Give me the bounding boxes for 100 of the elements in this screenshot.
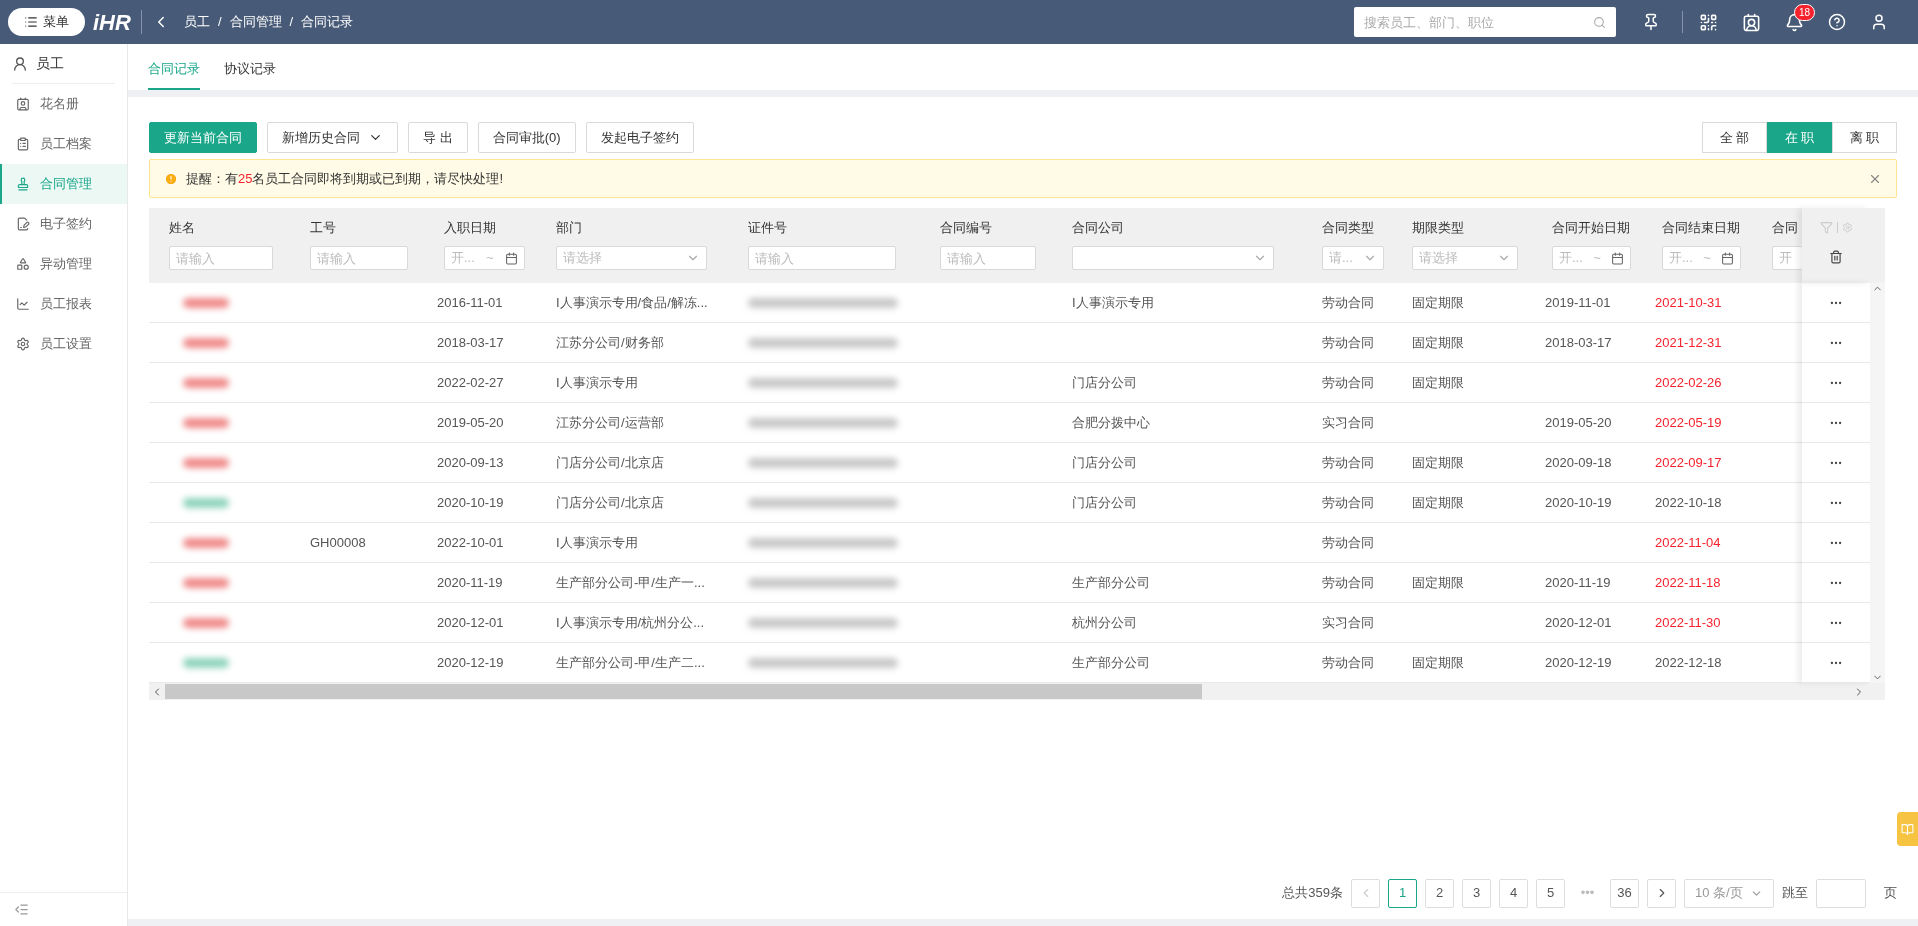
table-cell: 江苏分公司/财务部 (556, 334, 664, 350)
table-cell: 生产部分公司-甲/生产一... (556, 574, 705, 590)
trash-icon[interactable] (1829, 250, 1843, 264)
status-toggle[interactable]: 全 部 (1702, 122, 1767, 153)
table-cell: 2022-11-18 (1655, 574, 1721, 590)
table-cell: 实习合同 (1322, 414, 1374, 430)
jump-label: 跳至 (1782, 884, 1808, 903)
menu-button[interactable]: 菜单 (8, 8, 85, 36)
column-header: 合同公司 (1072, 220, 1124, 235)
filter-input[interactable]: 请输入 (748, 246, 896, 270)
logo: iHR (93, 8, 131, 37)
calendar-icon (504, 251, 518, 265)
calendar-icon (1721, 251, 1735, 265)
table-cell: 劳动合同 (1322, 374, 1374, 390)
page-button[interactable]: 5 (1536, 878, 1565, 908)
user-icon[interactable] (1870, 13, 1888, 31)
toolbar-button[interactable]: 新增历史合同 (267, 122, 398, 153)
table-cell: 劳动合同 (1322, 574, 1374, 590)
toolbar-button[interactable]: 合同审批(0) (477, 122, 576, 153)
filter-input[interactable]: 请输入 (310, 246, 409, 270)
calendar-icon (1611, 251, 1625, 265)
column-header: 入职日期 (444, 220, 496, 235)
page-unit: 页 (1884, 884, 1897, 903)
alert-message: 提醒：有25名员工合同即将到期或已到期，请尽快处理! (186, 169, 504, 188)
sidebar-title: 员工 (36, 54, 64, 73)
menu-item-icon (16, 217, 30, 231)
table-cell: 固定期限 (1412, 374, 1464, 390)
tab[interactable]: 协议记录 (224, 58, 276, 90)
notification-badge: 18 (1794, 3, 1816, 21)
table-cell: 2022-12-18 (1655, 654, 1722, 670)
toolbar-button[interactable]: 发起电子签约 (585, 122, 694, 153)
filter-input[interactable]: 请输入 (169, 246, 274, 270)
table-cell: 劳动合同 (1322, 494, 1374, 510)
user-list-icon (12, 55, 28, 72)
sidebar-item[interactable]: 员工报表 (0, 284, 127, 324)
collapse-icon[interactable] (14, 902, 29, 917)
page-button[interactable]: 2 (1425, 878, 1454, 908)
table-cell: 2022-10-18 (1655, 494, 1722, 510)
menu-item-icon (16, 297, 30, 311)
sidebar-item[interactable]: 电子签约 (0, 204, 127, 244)
page-button[interactable]: 3 (1462, 878, 1491, 908)
toolbar-button[interactable]: 导 出 (408, 122, 468, 153)
table-cell: 2022-11-30 (1655, 614, 1721, 630)
sidebar-item[interactable]: 异动管理 (0, 244, 127, 284)
page-jump-input[interactable] (1816, 878, 1866, 908)
table-cell: 2020-12-19 (437, 654, 504, 670)
qr-code-icon[interactable] (1699, 12, 1718, 32)
table-cell: I人事演示专用 (556, 534, 638, 550)
table-cell: 劳动合同 (1322, 534, 1374, 550)
pin-icon[interactable] (1642, 13, 1660, 31)
tab[interactable]: 合同记录 (148, 58, 200, 90)
table-cell: 2022-11-04 (1655, 534, 1721, 550)
contacts-icon[interactable] (1742, 12, 1761, 32)
table-cell: 2020-10-19 (1545, 494, 1612, 510)
table-cell: 2019-11-01 (1545, 294, 1611, 310)
menu-item-icon (16, 97, 30, 111)
table-cell: 2020-12-01 (1545, 614, 1612, 630)
book-icon (1901, 822, 1914, 836)
table-cell: 2020-10-19 (437, 494, 504, 510)
table-cell: 2022-10-01 (437, 534, 504, 550)
vertical-scrollbar[interactable] (1870, 283, 1885, 683)
help-icon[interactable] (1828, 13, 1846, 31)
column-header: 证件号 (748, 220, 787, 235)
table-cell: I人事演示专用/食品/解冻... (556, 294, 708, 310)
sidebar-item[interactable]: 员工档案 (0, 124, 127, 164)
table-cell: 2022-02-27 (437, 374, 504, 390)
table-cell: 2021-10-31 (1655, 294, 1722, 310)
breadcrumb-item[interactable]: 员工 (183, 12, 210, 32)
filter-input[interactable]: 请输入 (940, 246, 1037, 270)
table-cell: 劳动合同 (1322, 294, 1374, 310)
table-cell: 门店分公司 (1072, 374, 1137, 390)
page-button[interactable]: 4 (1499, 878, 1528, 908)
table-cell: 生产部分公司-甲/生产二... (556, 654, 705, 670)
sidebar-item[interactable]: 员工设置 (0, 324, 127, 364)
page-button[interactable]: 36 (1610, 878, 1639, 908)
table-cell: 2020-11-19 (437, 574, 503, 590)
status-toggle[interactable]: 离 职 (1832, 122, 1897, 153)
table-cell: 2020-12-01 (437, 614, 504, 630)
search-field[interactable]: 搜索员工、部门、职位 (1354, 7, 1616, 37)
breadcrumb-item: 合同记录 (301, 13, 354, 32)
table-cell: 2020-11-19 (1545, 574, 1611, 590)
breadcrumb-item[interactable]: 合同管理 (229, 12, 282, 32)
table-cell: 2016-11-01 (437, 294, 503, 310)
table-cell: 江苏分公司/运营部 (556, 414, 664, 430)
column-header: 姓名 (169, 220, 195, 235)
table-cell: I人事演示专用 (1072, 294, 1154, 310)
menu-item-icon (16, 257, 30, 271)
total-count: 总共359条 (1282, 884, 1343, 903)
table-cell: 劳动合同 (1322, 454, 1374, 470)
table-cell: 固定期限 (1412, 574, 1464, 590)
table-cell: 2020-09-18 (1545, 454, 1612, 470)
column-header: 合同编号 (940, 220, 992, 235)
menu-item-icon (16, 337, 30, 351)
table-cell: 生产部分公司 (1072, 574, 1150, 590)
table-cell: 2022-09-17 (1655, 454, 1722, 470)
table-cell: 2019-05-20 (1545, 414, 1612, 430)
sidebar-item[interactable]: 花名册 (0, 84, 127, 124)
table-cell: 2020-12-19 (1545, 654, 1612, 670)
warning-icon (164, 171, 178, 186)
table-cell: 2021-12-31 (1655, 334, 1722, 350)
